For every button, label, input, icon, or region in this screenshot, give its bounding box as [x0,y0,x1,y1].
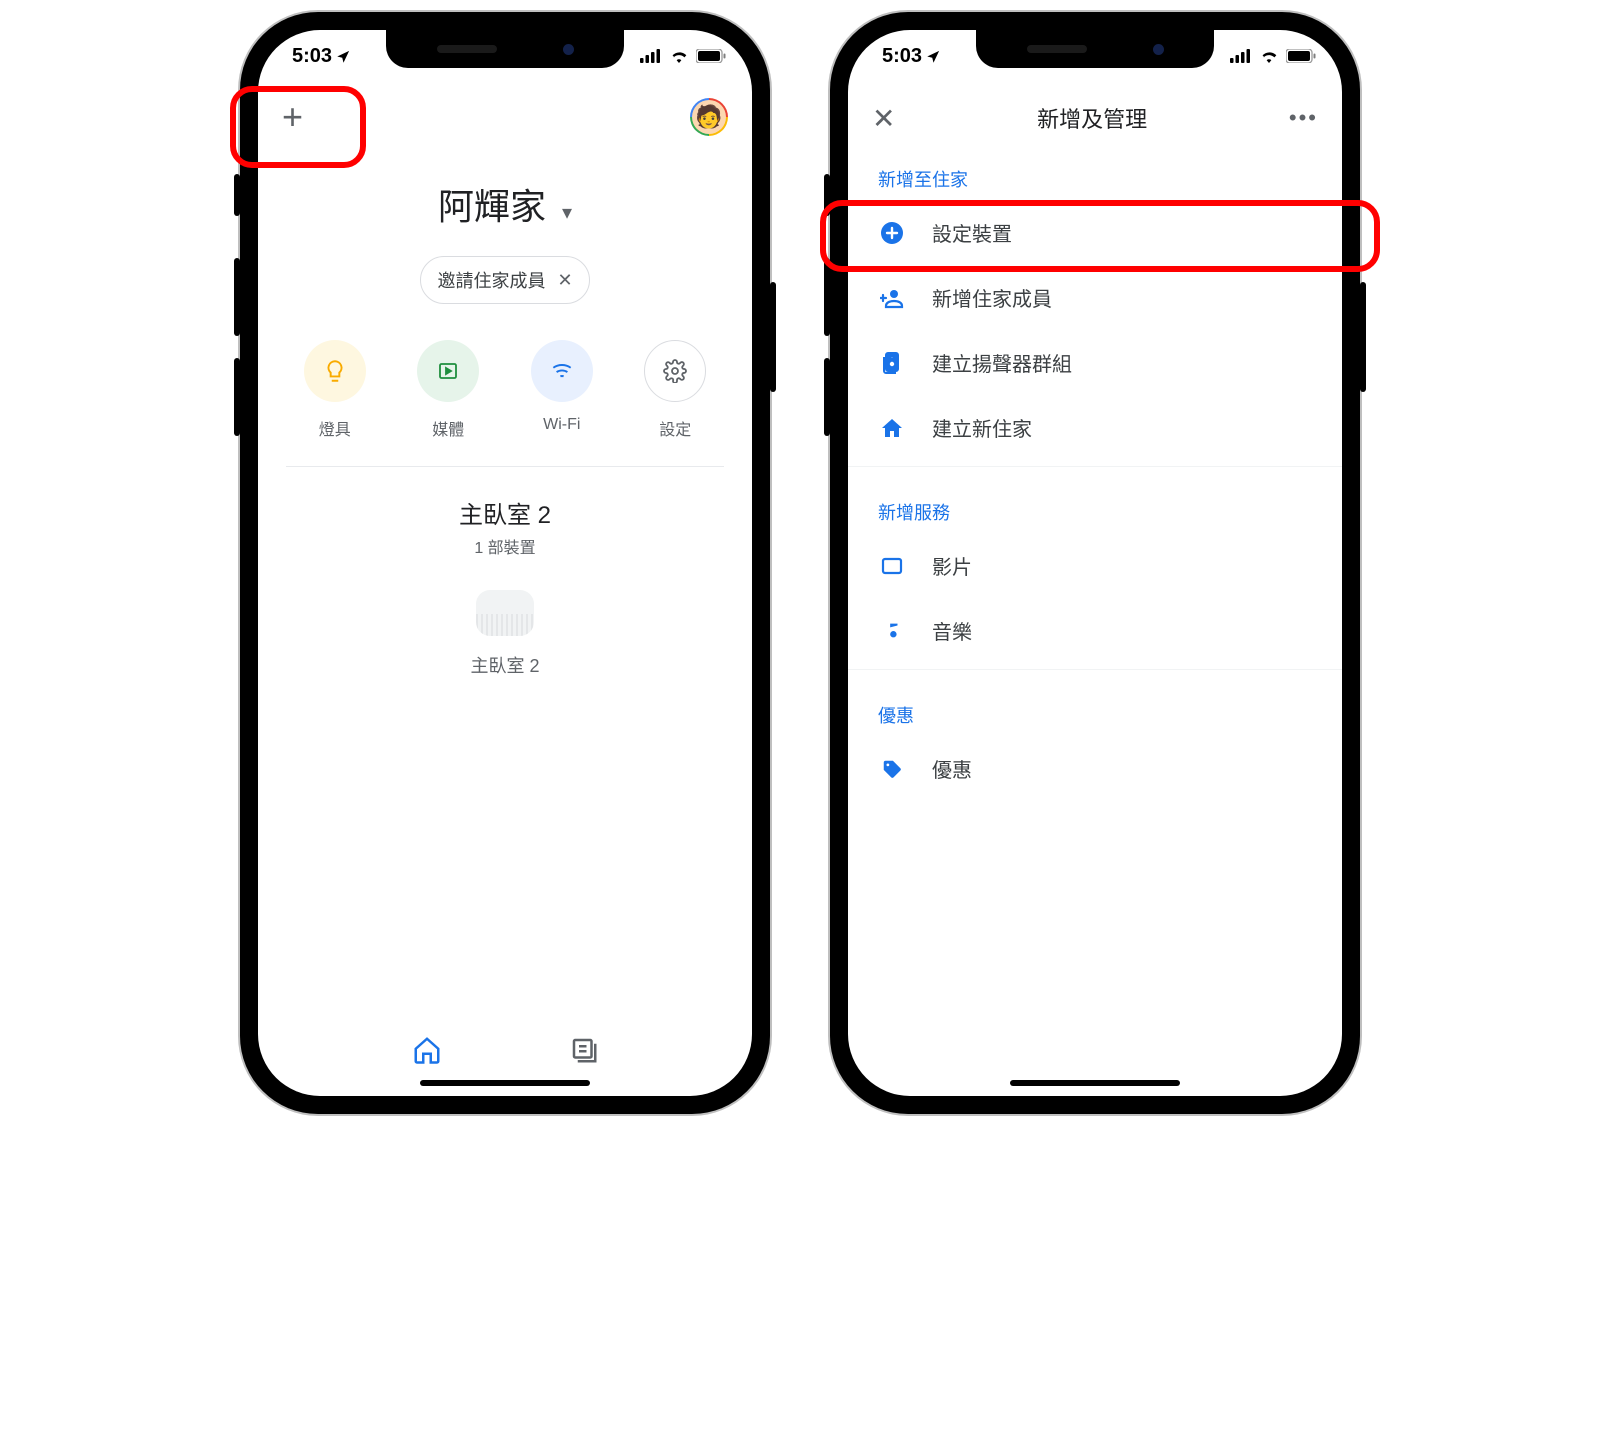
quick-media-label: 媒體 [432,416,464,440]
chevron-down-icon: ▾ [562,202,572,224]
item-setup-device[interactable]: 設定裝置 [848,200,1342,265]
quick-media[interactable]: 媒體 [417,340,479,440]
screen-add-manage: 5:03 ✕ 新增及管理 ••• 新增至住家 設定裝置 新 [848,30,1342,1096]
home-icon [878,416,906,440]
quick-settings[interactable]: 設定 [644,340,706,440]
section-add-to-home: 新增至住家 [848,140,1342,200]
battery-icon [696,49,726,63]
play-icon [417,340,479,402]
item-setup-device-label: 設定裝置 [932,218,1012,247]
phone-frame-right: 5:03 ✕ 新增及管理 ••• 新增至住家 設定裝置 新 [830,12,1360,1114]
plus-circle-icon [878,221,906,245]
close-chip-icon[interactable]: ✕ [557,270,572,291]
tab-feed[interactable] [569,1035,599,1070]
signal-icon [640,49,662,63]
tab-home[interactable] [412,1035,442,1070]
item-video[interactable]: 影片 [848,533,1342,598]
item-new-home-label: 建立新住家 [932,413,1032,442]
wifi-icon [531,340,593,402]
speaker-device-icon [476,590,534,636]
notch [976,30,1214,68]
add-button[interactable]: + [282,99,303,135]
section-offers: 優惠 [848,676,1342,736]
status-time: 5:03 [882,45,922,68]
tag-icon [878,758,906,780]
quick-settings-label: 設定 [659,416,691,440]
home-name-dropdown[interactable]: 阿輝家 ▾ [258,178,752,230]
item-speaker-group[interactable]: 建立揚聲器群組 [848,330,1342,395]
modal-title: 新增及管理 [1037,102,1147,134]
quick-lights[interactable]: 燈具 [304,340,366,440]
home-name-label: 阿輝家 [438,186,546,227]
more-menu-button[interactable]: ••• [1289,105,1318,131]
video-icon [878,554,906,578]
room-title[interactable]: 主臥室 2 [258,495,752,530]
lightbulb-icon [304,340,366,402]
quick-actions: 燈具 媒體 Wi-Fi 設定 [258,304,752,466]
item-new-home[interactable]: 建立新住家 [848,395,1342,460]
item-video-label: 影片 [932,551,972,580]
section-add-services: 新增服務 [848,473,1342,533]
home-indicator[interactable] [1010,1080,1180,1086]
location-icon [336,49,351,64]
invite-member-chip[interactable]: 邀請住家成員 ✕ [420,256,589,304]
location-icon [926,49,941,64]
music-note-icon [878,620,906,642]
item-offers[interactable]: 優惠 [848,736,1342,801]
battery-icon [1286,49,1316,63]
item-add-member[interactable]: 新增住家成員 [848,265,1342,330]
avatar-face-icon: 🧑 [692,100,726,134]
screen-home: 5:03 + 🧑 阿輝家 ▾ 邀請住家成員 ✕ [258,30,752,1096]
divider [848,669,1342,670]
invite-label: 邀請住家成員 [437,267,545,293]
item-add-member-label: 新增住家成員 [932,283,1052,312]
quick-lights-label: 燈具 [319,416,351,440]
gear-icon [644,340,706,402]
signal-icon [1230,49,1252,63]
wifi-status-icon [1259,49,1279,63]
device-label: 主臥室 2 [470,652,539,678]
person-add-icon [878,286,906,310]
status-time: 5:03 [292,45,332,68]
close-button[interactable]: ✕ [872,102,895,135]
room-subtitle: 1 部裝置 [258,534,752,558]
item-speaker-group-label: 建立揚聲器群組 [932,348,1072,377]
divider [848,466,1342,467]
home-indicator[interactable] [420,1080,590,1086]
divider [286,466,724,467]
phone-frame-left: 5:03 + 🧑 阿輝家 ▾ 邀請住家成員 ✕ [240,12,770,1114]
item-offers-label: 優惠 [932,754,972,783]
wifi-status-icon [669,49,689,63]
quick-wifi[interactable]: Wi-Fi [531,340,593,440]
item-music[interactable]: 音樂 [848,598,1342,663]
speaker-group-icon [878,351,906,375]
profile-avatar[interactable]: 🧑 [690,98,728,136]
item-music-label: 音樂 [932,616,972,645]
device-card[interactable]: 主臥室 2 [470,590,539,678]
bottom-tab-bar [258,1035,752,1070]
notch [386,30,624,68]
quick-wifi-label: Wi-Fi [543,416,580,434]
